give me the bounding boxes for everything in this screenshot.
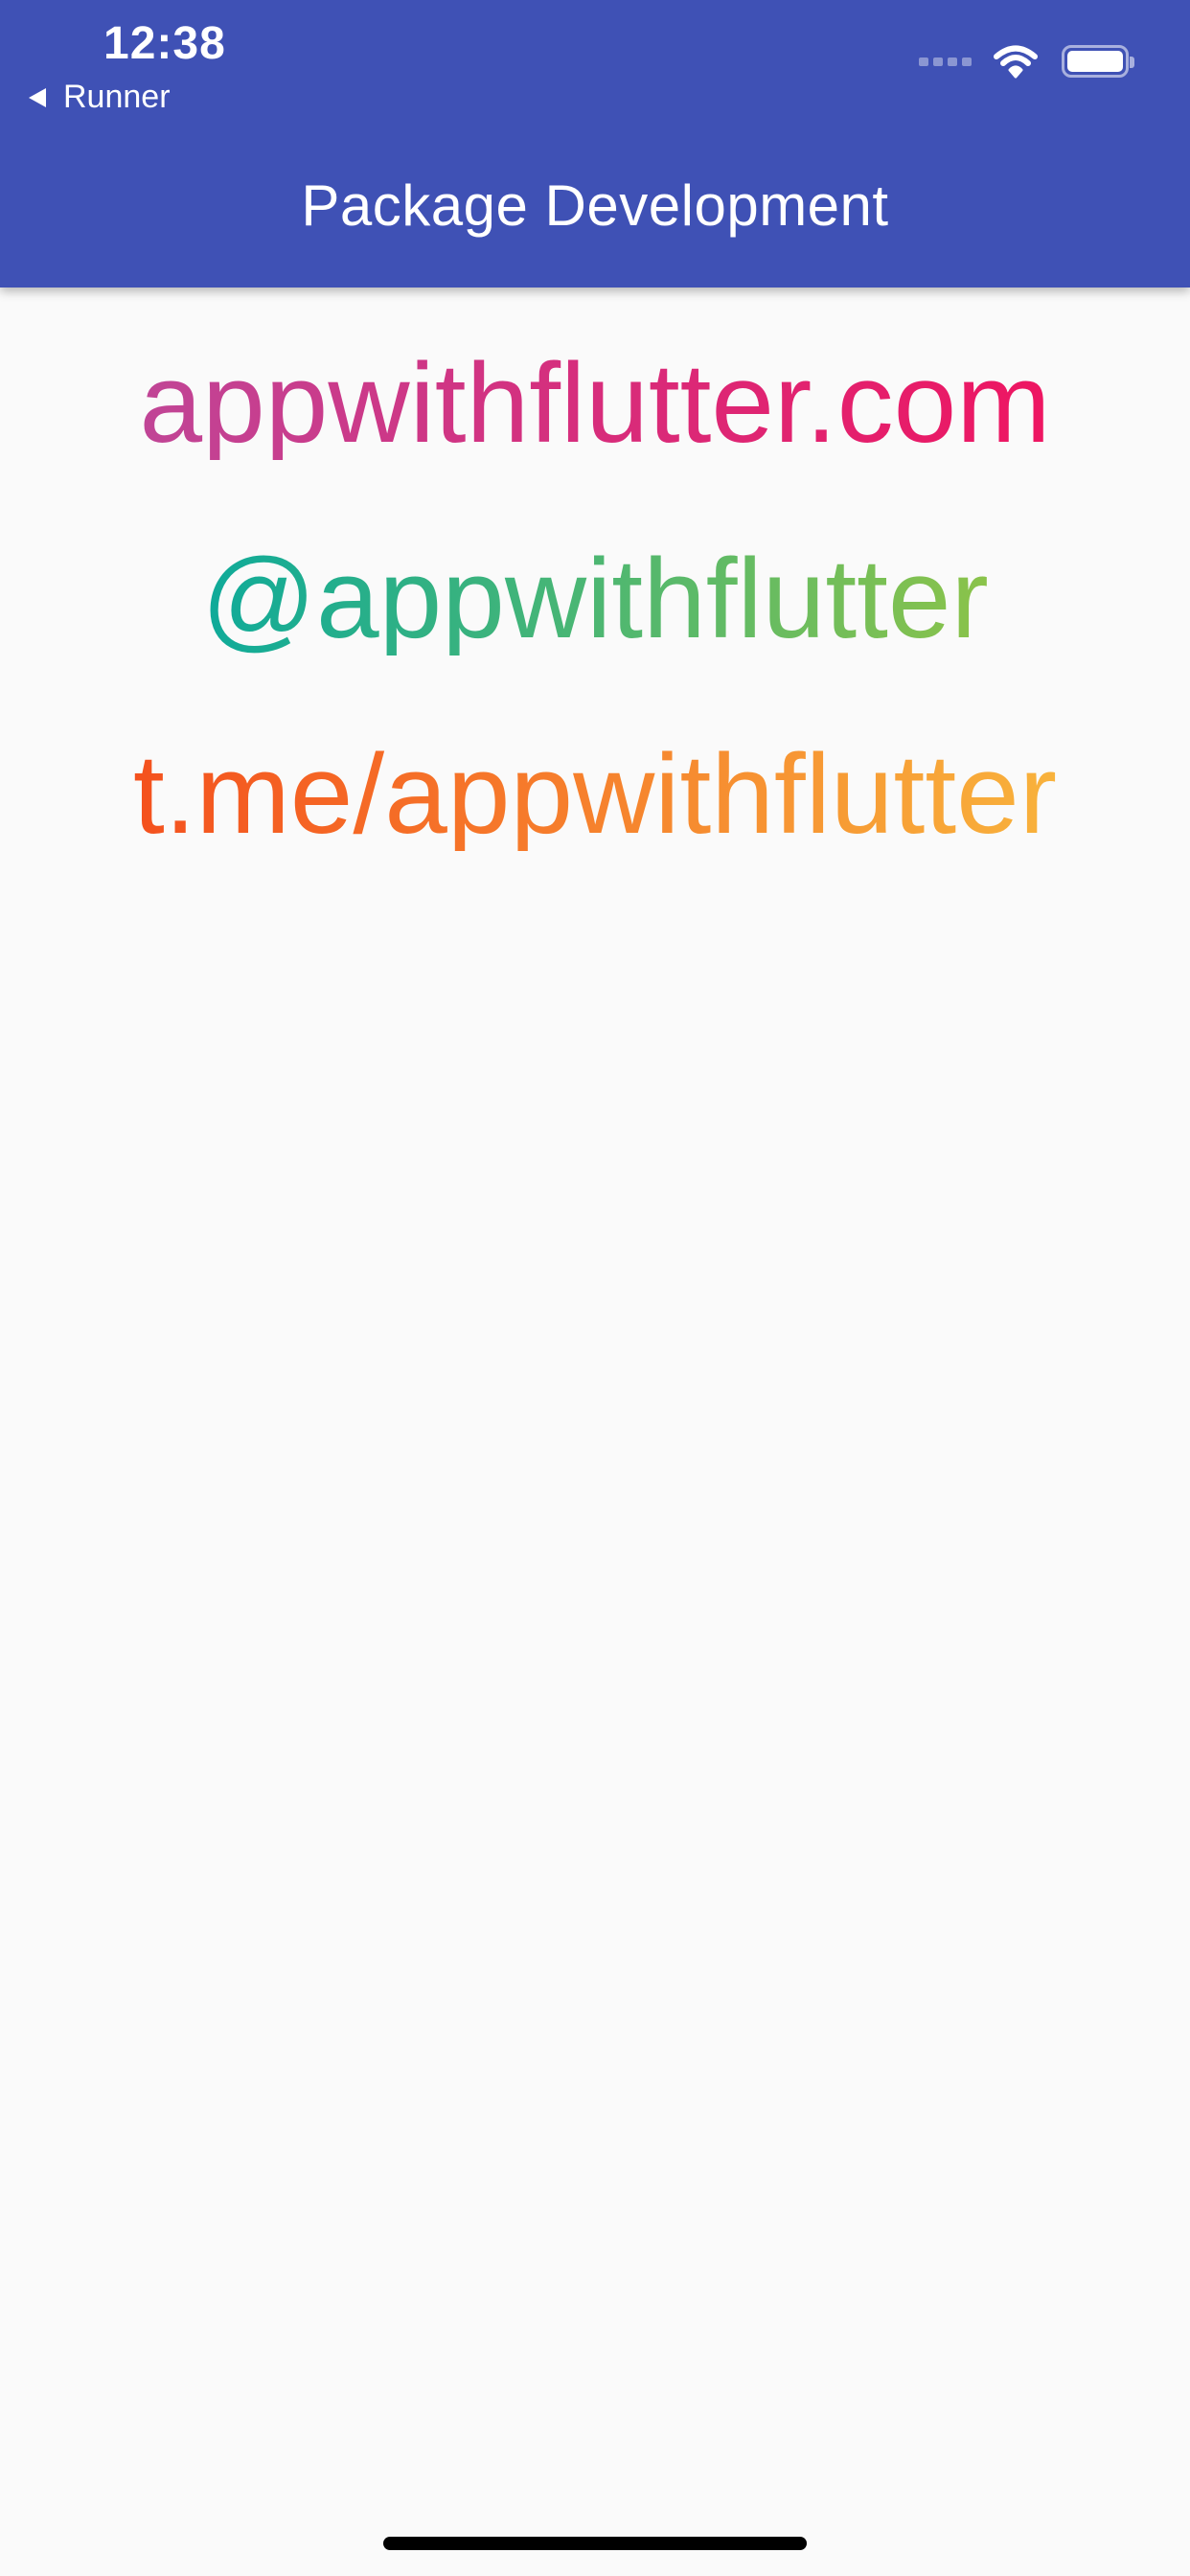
status-time: 12:38 bbox=[103, 18, 226, 69]
back-to-app-label: Runner bbox=[63, 79, 171, 115]
page-title: Package Development bbox=[301, 173, 889, 238]
home-indicator[interactable] bbox=[383, 2537, 807, 2550]
back-to-app-button[interactable]: Runner bbox=[29, 79, 171, 116]
status-icons bbox=[919, 44, 1134, 79]
app-bar: 12:38 Runner Package Development bbox=[0, 0, 1190, 288]
social-handle-text: @appwithflutter bbox=[201, 536, 989, 662]
battery-icon bbox=[1062, 45, 1134, 78]
signal-icon bbox=[919, 57, 972, 66]
back-arrow-icon bbox=[29, 87, 46, 107]
main-content: appwithflutter.com @appwithflutter t.me/… bbox=[0, 288, 1190, 851]
wifi-icon bbox=[994, 45, 1038, 79]
website-link-text: appwithflutter.com bbox=[139, 340, 1051, 467]
telegram-link-text: t.me/appwithflutter bbox=[132, 731, 1058, 858]
